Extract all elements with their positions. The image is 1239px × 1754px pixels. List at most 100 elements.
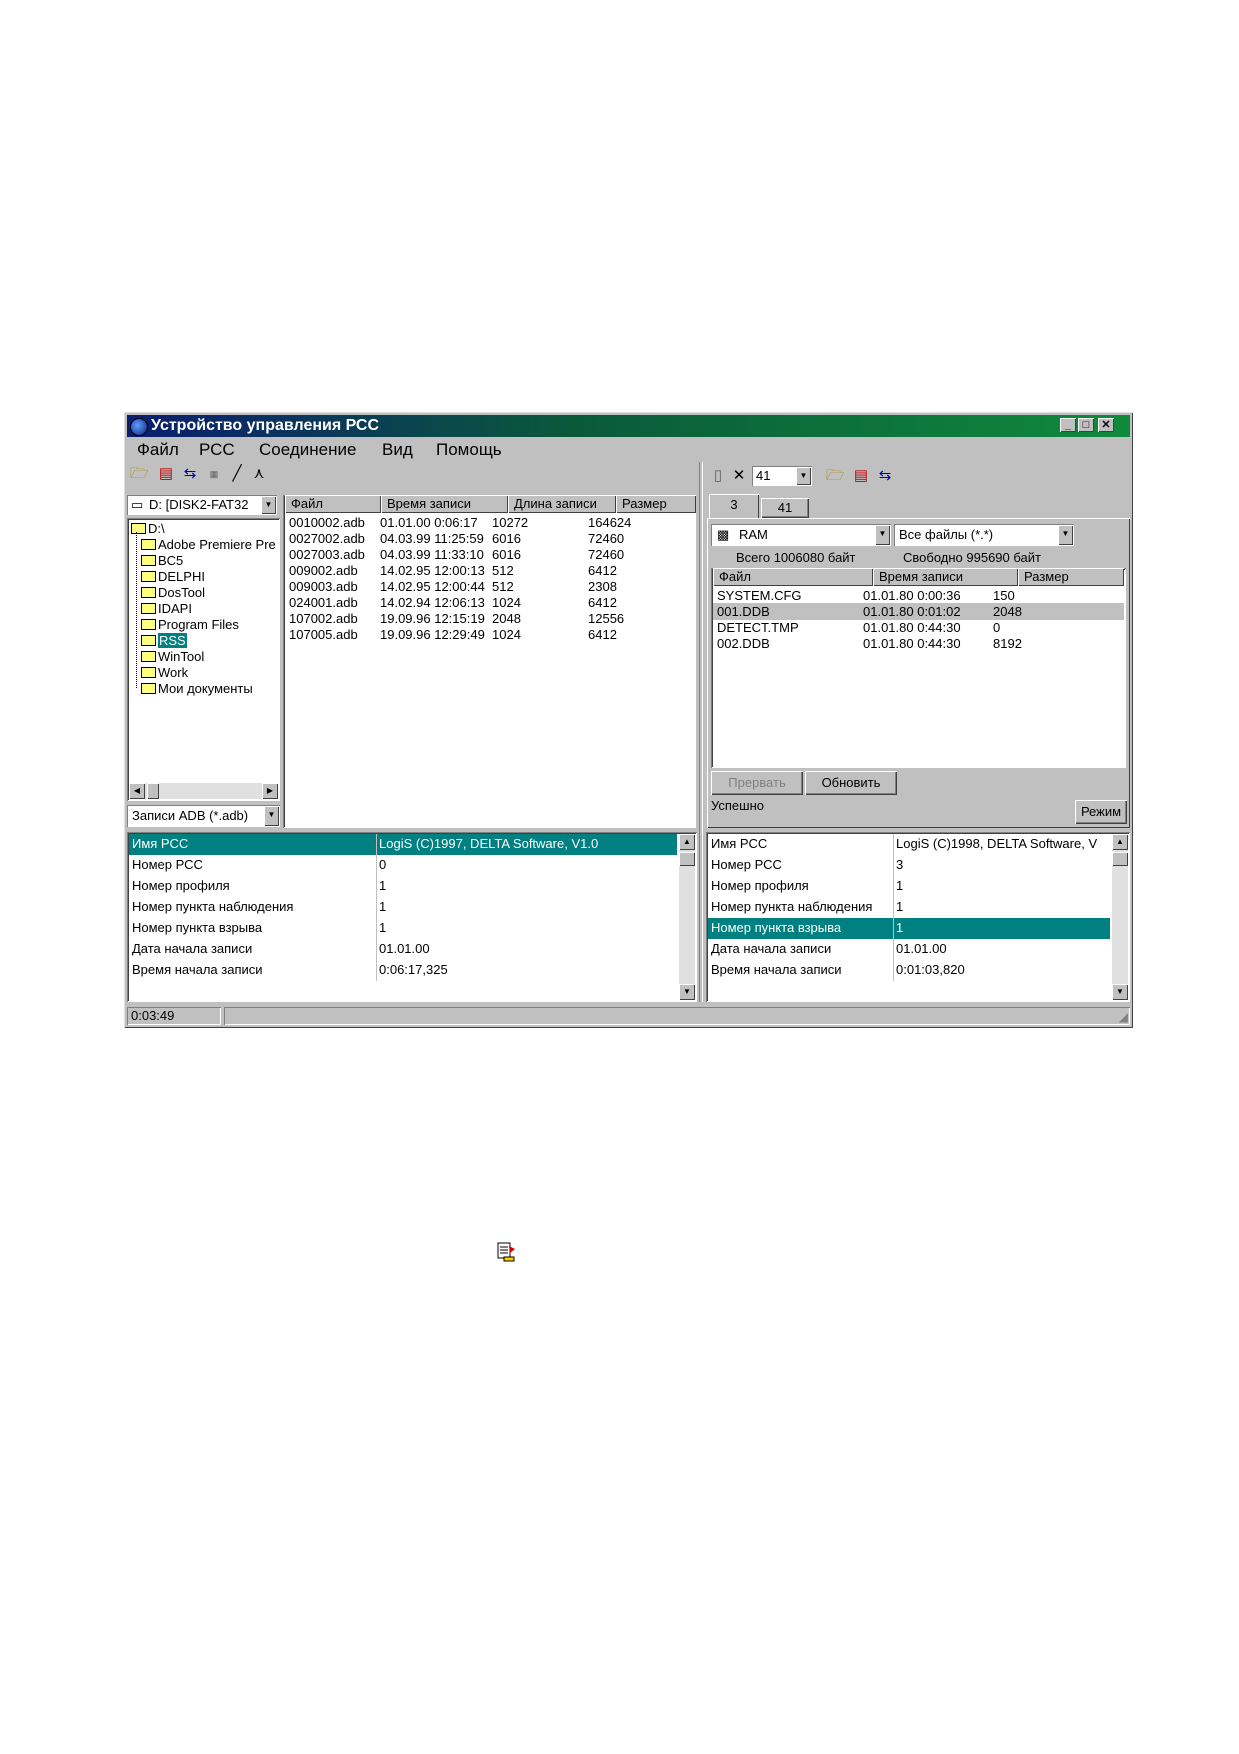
property-row[interactable]: Имя РСС LogiS (C)1997, DELTA Software, V1… xyxy=(129,834,677,856)
tree-item[interactable]: IDAPI xyxy=(141,601,192,617)
property-row[interactable]: Номер РСС 0 xyxy=(129,855,677,877)
property-row[interactable]: Время начала записи 0:01:03,820 xyxy=(708,960,1110,982)
tree-item[interactable]: Adobe Premiere Pre xyxy=(141,537,276,553)
table-row[interactable]: 009003.adb 14.02.95 12:00:44 512 2308 xyxy=(283,578,696,595)
table-row[interactable]: 009002.adb 14.02.95 12:00:13 512 6412 xyxy=(283,562,696,579)
table-row[interactable]: DETECT.TMP 01.01.80 0:44:30 0 xyxy=(713,619,1124,636)
scroll-thumb[interactable] xyxy=(679,852,695,866)
pulse-icon[interactable]: ⋏ xyxy=(250,465,268,483)
property-row[interactable]: Номер пункта наблюдения 1 xyxy=(129,897,677,919)
close-icon[interactable]: ✕ xyxy=(1098,418,1114,432)
property-row[interactable]: Номер пункта наблюдения 1 xyxy=(708,897,1110,919)
line-icon[interactable]: ╱ xyxy=(228,465,246,483)
col-header-file[interactable]: Файл xyxy=(285,495,381,513)
file-type-select[interactable]: Все файлы (*.*) ▼ xyxy=(894,524,1074,546)
menu-help[interactable]: Помощь xyxy=(436,440,502,460)
chevron-down-icon[interactable]: ▼ xyxy=(796,467,811,485)
device-file-list[interactable]: Файл Время записи Размер SYSTEM.CFG 01.01… xyxy=(711,568,1126,768)
property-row[interactable]: Номер пункта взрыва 1 xyxy=(708,918,1110,940)
folder-tree[interactable]: D:\ Adobe Premiere Pre BC5 DELPHI DosToo… xyxy=(127,518,280,801)
menu-connection[interactable]: Соединение xyxy=(259,440,356,460)
property-row[interactable]: Дата начала записи 01.01.00 xyxy=(129,939,677,961)
tree-item[interactable]: Мои документы xyxy=(141,681,253,697)
chevron-down-icon[interactable]: ▼ xyxy=(875,525,890,545)
col-header-file[interactable]: Файл xyxy=(713,568,873,586)
scroll-down-icon[interactable]: ▼ xyxy=(679,984,695,1000)
property-row[interactable]: Номер пункта взрыва 1 xyxy=(129,918,677,940)
scroll-left-icon[interactable]: ◀ xyxy=(129,783,145,799)
local-file-list[interactable]: Файл Время записи Длина записи Размер 00… xyxy=(283,495,696,828)
property-row[interactable]: Время начала записи 0:06:17,325 xyxy=(129,960,677,982)
property-row[interactable]: Номер профиля 1 xyxy=(129,876,677,898)
scroll-thumb[interactable] xyxy=(1112,852,1128,866)
pane-splitter[interactable] xyxy=(699,462,703,1002)
tree-item[interactable]: WinTool xyxy=(141,649,204,665)
property-row[interactable] xyxy=(708,981,1110,1002)
tree-hscroll[interactable]: ◀ ▶ xyxy=(129,783,278,799)
filter-select[interactable]: Записи ADB (*.adb) ▼ xyxy=(127,805,280,827)
col-header-time[interactable]: Время записи xyxy=(381,495,508,513)
property-row[interactable]: Имя РСС LogiS (C)1998, DELTA Software, V xyxy=(708,834,1110,856)
device-props-vscroll[interactable]: ▲ ▼ xyxy=(1112,834,1128,1000)
app-globe-icon[interactable] xyxy=(130,418,148,436)
table-row[interactable]: 0027003.adb 04.03.99 11:33:10 6016 72460 xyxy=(283,546,696,563)
col-header-time[interactable]: Время записи xyxy=(873,568,1018,586)
chevron-down-icon[interactable]: ▼ xyxy=(261,496,276,514)
scroll-down-icon[interactable]: ▼ xyxy=(1112,984,1128,1000)
local-props-vscroll[interactable]: ▲ ▼ xyxy=(679,834,695,1000)
tree-item[interactable]: Work xyxy=(141,665,188,681)
table-row[interactable]: SYSTEM.CFG 01.01.80 0:00:36 150 xyxy=(713,587,1124,604)
binary-icon[interactable]: ▦ xyxy=(205,465,223,483)
tab-41[interactable]: 41 xyxy=(761,498,809,518)
drive-select[interactable]: ▭ D: [DISK2-FAT32 ▼ xyxy=(127,495,277,515)
col-header-size[interactable]: Размер xyxy=(1018,568,1124,586)
scroll-up-icon[interactable]: ▲ xyxy=(679,834,695,850)
copy-file-icon[interactable]: ▤ xyxy=(852,467,870,485)
table-row[interactable]: 0010002.adb 01.01.00 0:06:17 10272 164624 xyxy=(283,514,696,531)
tree-item[interactable]: DosTool xyxy=(141,585,205,601)
abort-button[interactable]: Прервать xyxy=(711,771,803,795)
tree-item[interactable]: BC5 xyxy=(141,553,183,569)
property-row[interactable]: Номер РСС 3 xyxy=(708,855,1110,877)
table-row[interactable]: 024001.adb 14.02.94 12:06:13 1024 6412 xyxy=(283,594,696,611)
property-row[interactable]: Дата начала записи 01.01.00 xyxy=(708,939,1110,961)
transfer-icon[interactable]: ⇆ xyxy=(876,467,894,485)
col-header-length[interactable]: Длина записи xyxy=(508,495,616,513)
col-header-size[interactable]: Размер xyxy=(616,495,696,513)
scroll-right-icon[interactable]: ▶ xyxy=(262,783,278,799)
device-icon[interactable]: ▯ xyxy=(709,467,727,485)
open-folder-icon[interactable]: 🗁 xyxy=(130,465,149,483)
copy-file-icon[interactable]: ▤ xyxy=(157,465,175,483)
open-folder-icon[interactable]: 🗁 xyxy=(826,467,845,485)
chevron-down-icon[interactable]: ▼ xyxy=(1058,525,1073,545)
mode-button[interactable]: Режим xyxy=(1075,800,1127,824)
tab-3[interactable]: 3 xyxy=(709,494,759,518)
scroll-up-icon[interactable]: ▲ xyxy=(1112,834,1128,850)
device-properties-grid[interactable]: Имя РСС LogiS (C)1998, DELTA Software, V Н… xyxy=(706,832,1130,1002)
local-properties-grid[interactable]: Имя РСС LogiS (C)1997, DELTA Software, V1… xyxy=(127,832,697,1002)
property-row[interactable]: Номер профиля 1 xyxy=(708,876,1110,898)
menu-view[interactable]: Вид xyxy=(382,440,413,460)
resize-grip-icon[interactable]: ◢ xyxy=(1119,1010,1128,1024)
property-row[interactable] xyxy=(129,981,677,1002)
refresh-button[interactable]: Обновить xyxy=(805,771,897,795)
chevron-down-icon[interactable]: ▼ xyxy=(264,806,279,826)
device-select[interactable]: 41 ▼ xyxy=(752,466,812,486)
transfer-icon[interactable]: ⇆ xyxy=(181,465,199,483)
table-row[interactable]: 0027002.adb 04.03.99 11:25:59 6016 72460 xyxy=(283,530,696,547)
table-row[interactable]: 107005.adb 19.09.96 12:29:49 1024 6412 xyxy=(283,626,696,643)
title-bar[interactable]: Устройство управления РСС _ □ ✕ xyxy=(127,415,1130,437)
table-row-selected[interactable]: 001.DDB 01.01.80 0:01:02 2048 xyxy=(713,603,1124,620)
tree-item-selected[interactable]: RSS xyxy=(141,633,187,649)
memory-select[interactable]: ▩ RAM ▼ xyxy=(711,524,891,546)
tree-item[interactable]: DELPHI xyxy=(141,569,205,585)
tree-item[interactable]: Program Files xyxy=(141,617,239,633)
scroll-thumb[interactable] xyxy=(147,783,159,799)
table-row[interactable]: 002.DDB 01.01.80 0:44:30 8192 xyxy=(713,635,1124,652)
disconnect-icon[interactable]: ✕ xyxy=(730,467,748,485)
menu-file[interactable]: Файл xyxy=(137,440,179,460)
minimize-icon[interactable]: _ xyxy=(1060,418,1076,432)
menu-rss[interactable]: РСС xyxy=(199,440,235,460)
maximize-icon[interactable]: □ xyxy=(1078,418,1094,432)
table-row[interactable]: 107002.adb 19.09.96 12:15:19 2048 12556 xyxy=(283,610,696,627)
